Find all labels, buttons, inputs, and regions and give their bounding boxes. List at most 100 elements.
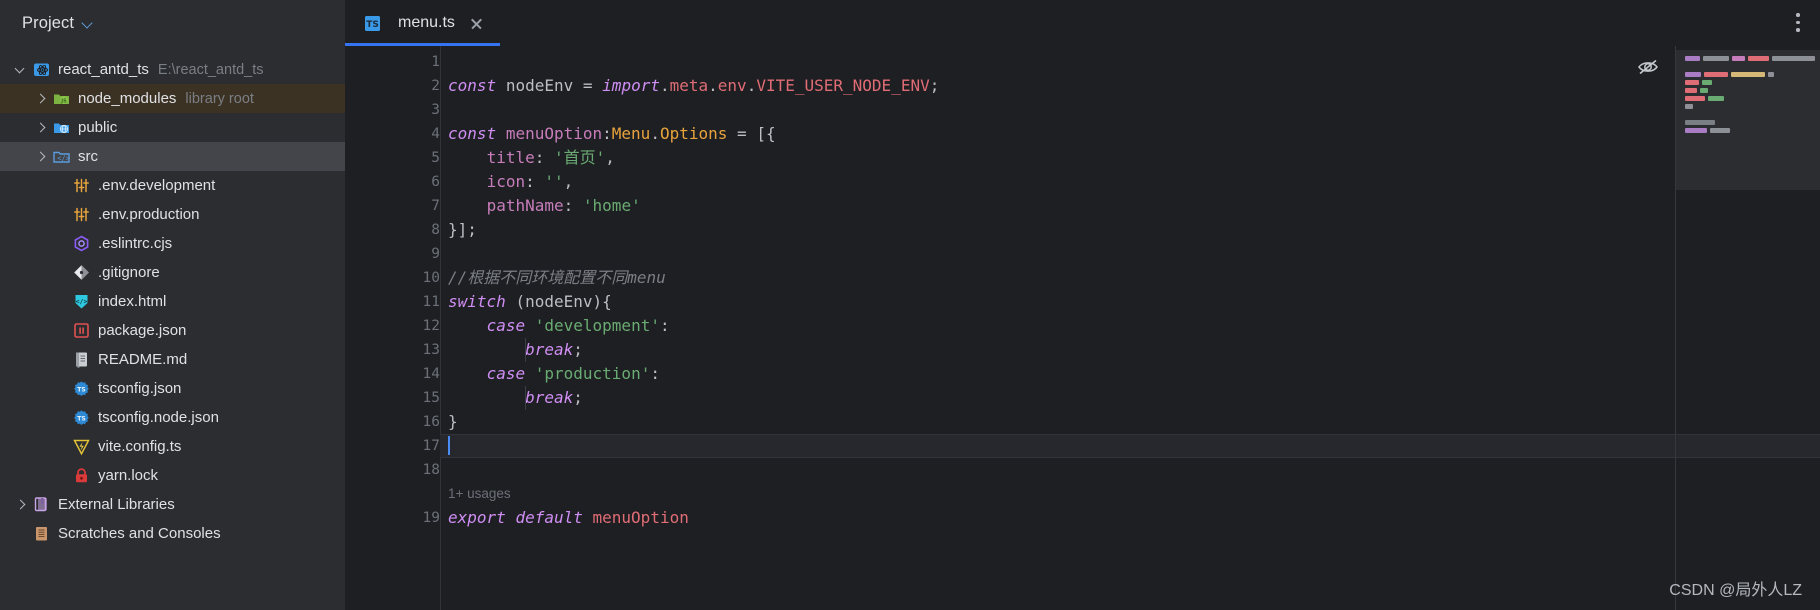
line-number: 3 [431,102,440,118]
gutter-line[interactable]: 17 [345,434,440,458]
gutter-line[interactable]: 19 [345,506,440,530]
tree-item-yarn-lock[interactable]: yarn.lock [0,461,345,490]
line-number: 15 [422,390,440,406]
gutter-line[interactable]: 4 [345,122,440,146]
svg-text:</>: </> [76,298,88,306]
gitignore-file-icon [72,263,91,282]
line-number: 18 [422,462,440,478]
tsconfig-file-icon: TS [72,408,91,427]
code-line[interactable]: switch (nodeEnv){ [440,290,1820,314]
gutter-line[interactable]: 9 [345,242,440,266]
code-line[interactable]: case 'development': [440,314,1820,338]
gutter-line[interactable]: 11 [345,290,440,314]
line-number: 19 [422,510,440,526]
indent-guide [525,386,526,410]
code-line[interactable]: //根据不同环境配置不同menu [440,266,1820,290]
code-content[interactable]: const nodeEnv = import.meta.env.VITE_USE… [440,46,1820,610]
tree-item-label: src [78,148,98,165]
gutter-line[interactable]: 13 [345,338,440,362]
svg-text:JS: JS [60,99,67,105]
tree-item-index-html[interactable]: </> index.html [0,287,345,316]
tree-item-package-json[interactable]: package.json [0,316,345,345]
gutter-line[interactable]: 3 [345,98,440,122]
code-line[interactable] [440,458,1820,482]
tree-item--gitignore[interactable]: .gitignore [0,258,345,287]
chevron-right-icon[interactable] [14,498,27,511]
line-number: 13 [422,342,440,358]
code-line[interactable]: }]; [440,218,1820,242]
tree-item--env-development[interactable]: .env.development [0,171,345,200]
eslint-file-icon [72,234,91,253]
tab-menu-ts[interactable]: TS menu.ts [345,0,500,46]
close-icon[interactable] [469,16,484,31]
chevron-down-icon[interactable] [83,18,94,29]
line-number: 14 [422,366,440,382]
tree-item-vite-config-ts[interactable]: vite.config.ts [0,432,345,461]
gutter-line[interactable]: 1 [345,50,440,74]
usages-inlay-hint[interactable]: 1+ usages [440,482,1820,506]
code-line[interactable] [440,242,1820,266]
tree-item-node-modules[interactable]: JS node_modules library root [0,84,345,113]
gutter-line[interactable]: 15 [345,386,440,410]
code-line[interactable]: icon: '', [440,170,1820,194]
lock-file-icon [72,466,91,485]
code-line[interactable]: const nodeEnv = import.meta.env.VITE_USE… [440,74,1820,98]
code-line[interactable] [440,50,1820,74]
package-json-icon [72,321,91,340]
chevron-right-icon[interactable] [34,92,47,105]
gutter-line[interactable]: 8 [345,218,440,242]
code-line[interactable]: const menuOption:Menu.Options = [{ [440,122,1820,146]
line-number-gutter[interactable]: 12345fx6fx7fx8910111213141516171819 [345,46,472,610]
tree-item-label: .env.production [98,206,200,223]
tree-item-label: public [78,119,118,136]
tree-item--env-production[interactable]: .env.production [0,200,345,229]
code-line[interactable] [440,434,1820,458]
source-folder-icon: </> [52,147,71,166]
markdown-file-icon [72,350,91,369]
gutter-line[interactable]: 18 [345,458,440,482]
gutter-line[interactable]: 7fx [345,194,472,218]
project-tree[interactable]: react_antd_ts E:\react_antd_ts JS node_modu… [0,46,345,548]
code-line[interactable] [440,98,1820,122]
gutter-line[interactable]: 10 [345,266,440,290]
code-line[interactable]: } [440,410,1820,434]
code-line[interactable]: export default menuOption [440,506,1820,530]
code-line[interactable]: break; [440,338,1820,362]
tree-item-tsconfig-node-json[interactable]: TS tsconfig.node.json [0,403,345,432]
code-line[interactable]: break; [440,386,1820,410]
gutter-line[interactable]: 16 [345,410,440,434]
svg-text:TS: TS [77,415,85,422]
gutter-line[interactable]: 14 [345,362,440,386]
gutter-line[interactable]: 5fx [345,146,472,170]
tree-item-src[interactable]: </> src [0,142,345,171]
code-line[interactable]: title: '首页', [440,146,1820,170]
gutter-line[interactable]: 2 [345,74,440,98]
gutter-line[interactable]: 6fx [345,170,472,194]
tree-item-readme-md[interactable]: README.md [0,345,345,374]
tree-item-react-antd-ts[interactable]: react_antd_ts E:\react_antd_ts [0,55,345,84]
tree-item-scratches-and-consoles[interactable]: Scratches and Consoles [0,519,345,548]
kebab-menu-icon[interactable] [1796,13,1800,33]
code-viewport[interactable]: 12345fx6fx7fx8910111213141516171819 cons… [345,46,1820,610]
line-number: 16 [422,414,440,430]
line-number: 7 [431,198,440,214]
tree-item-hint: library root [185,90,254,107]
line-number: 5 [431,150,440,166]
tree-item--eslintrc-cjs[interactable]: .eslintrc.cjs [0,229,345,258]
gutter-line[interactable]: 12 [345,314,440,338]
project-panel-header[interactable]: Project [0,0,345,46]
code-line[interactable]: pathName: 'home' [440,194,1820,218]
tree-item-external-libraries[interactable]: External Libraries [0,490,345,519]
code-line[interactable]: case 'production': [440,362,1820,386]
tree-item-label: README.md [98,351,188,368]
tsconfig-file-icon: TS [72,379,91,398]
chevron-right-icon[interactable] [34,150,47,163]
tree-item-tsconfig-json[interactable]: TS tsconfig.json [0,374,345,403]
chevron-down-icon[interactable] [14,63,27,76]
chevron-right-icon[interactable] [34,121,47,134]
tree-item-label: .env.development [98,177,216,194]
tree-item-public[interactable]: public [0,113,345,142]
